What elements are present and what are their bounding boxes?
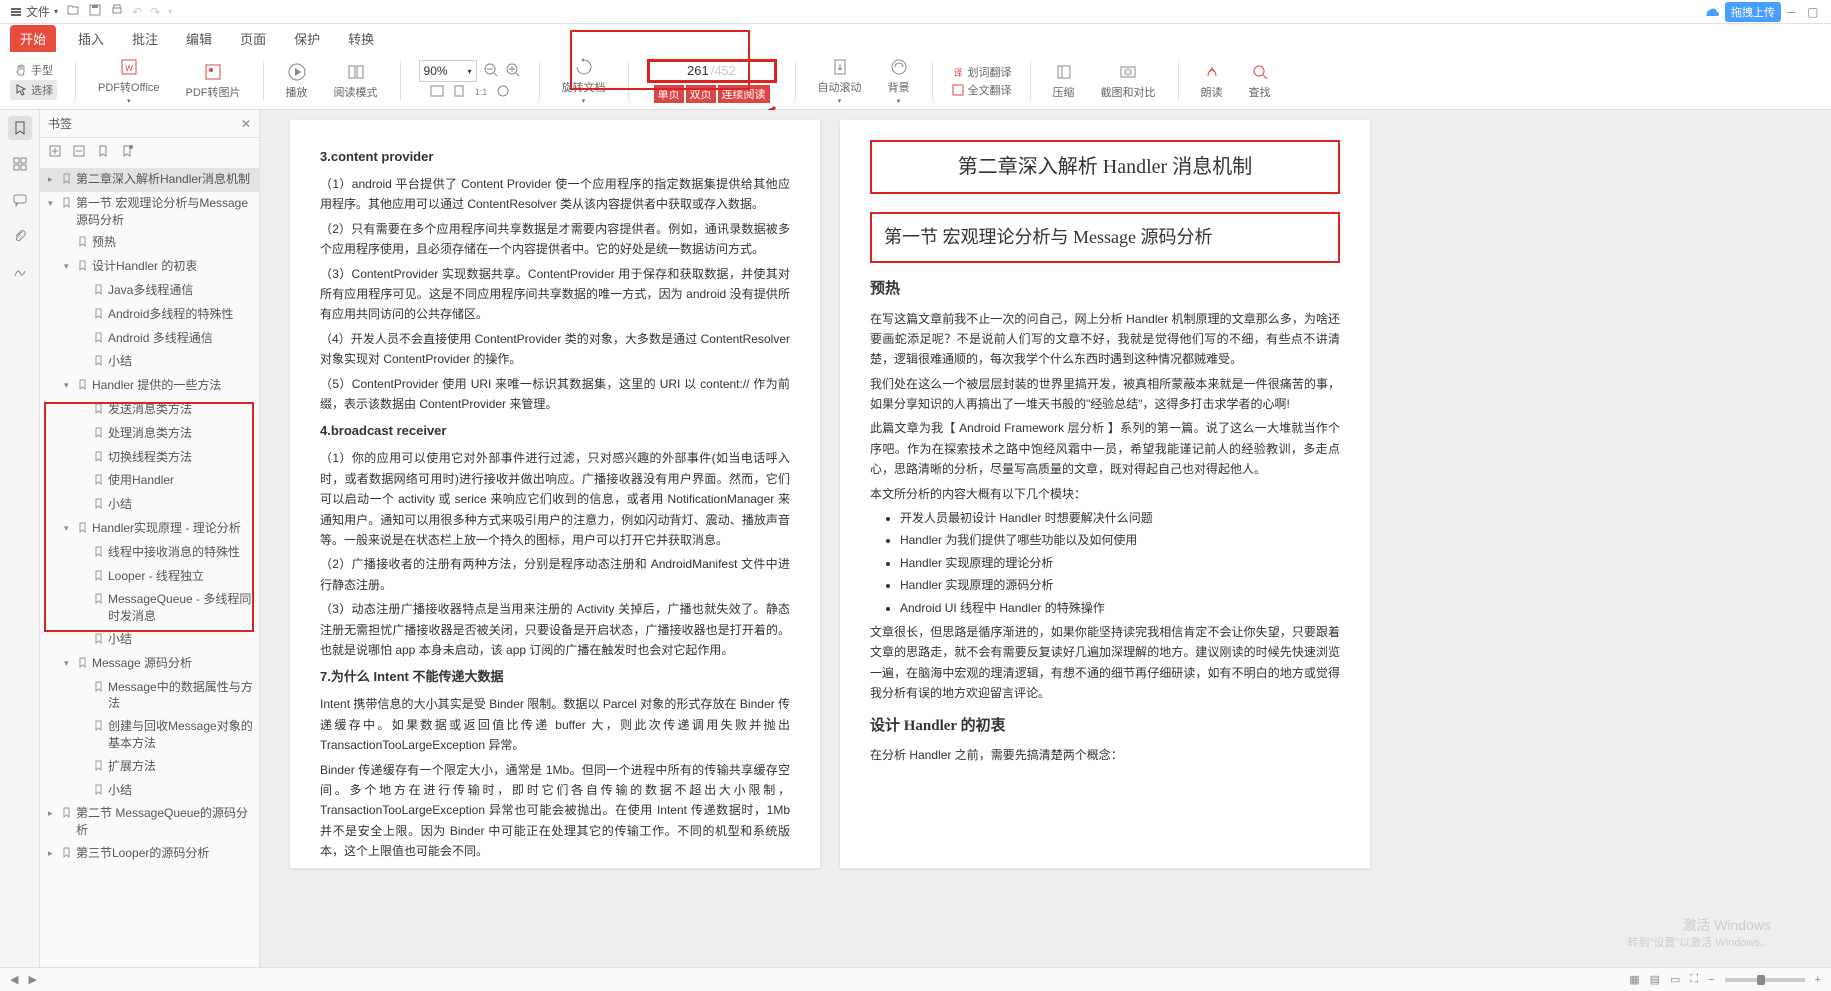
bookmark-item[interactable]: 切换线程类方法 xyxy=(40,446,259,470)
zoom-slider[interactable] xyxy=(1725,978,1805,982)
bookmark-item[interactable]: Android多线程的特殊性 xyxy=(40,303,259,327)
fit-width-icon[interactable] xyxy=(429,84,445,101)
open-icon[interactable] xyxy=(66,3,80,20)
bookmark-panel-title: 书签 xyxy=(48,115,72,132)
select-tool[interactable]: 选择 xyxy=(10,80,57,100)
full-translate-button[interactable]: 全文翻译 xyxy=(951,82,1012,98)
bookmark-item[interactable]: MessageQueue - 多线程同时发消息 xyxy=(40,588,259,628)
pdf-to-image-button[interactable]: PDF转图片 xyxy=(182,60,245,102)
page-number-input[interactable]: 261/452 xyxy=(647,59,777,83)
expand-all-icon[interactable] xyxy=(48,144,62,161)
print-icon[interactable] xyxy=(110,3,124,20)
bookmark-item[interactable]: 发送消息类方法 xyxy=(40,398,259,422)
compress-button[interactable]: 压缩 xyxy=(1049,60,1079,102)
cloud-icon[interactable] xyxy=(1703,3,1719,22)
zoom-in-icon[interactable] xyxy=(505,62,521,81)
bookmark-item[interactable]: 预热 xyxy=(40,231,259,255)
section-title: 第一节 宏观理论分析与 Message 源码分析 xyxy=(870,212,1340,263)
status-view-icon[interactable]: ▦ xyxy=(1629,973,1639,986)
page-right: 第二章深入解析 Handler 消息机制 第一节 宏观理论分析与 Message… xyxy=(840,120,1370,868)
bookmark-settings-icon[interactable] xyxy=(120,144,134,161)
tab-edit[interactable]: 编辑 xyxy=(180,25,218,52)
maximize-icon[interactable]: ▢ xyxy=(1807,5,1821,19)
bookmark-item[interactable]: 使用Handler xyxy=(40,469,259,493)
status-zoom-out[interactable]: − xyxy=(1708,974,1714,986)
bookmark-item[interactable]: 小结 xyxy=(40,628,259,652)
zoom-out-icon[interactable] xyxy=(483,62,499,81)
undo-icon[interactable]: ↶ xyxy=(132,5,142,19)
tab-protect[interactable]: 保护 xyxy=(288,25,326,52)
windows-activation-watermark: 激活 Windows 转到"设置"以激活 Windows。 xyxy=(1628,916,1772,951)
pdf-to-office-button[interactable]: WPDF转Office▾ xyxy=(94,55,164,107)
bookmark-item[interactable]: ▾Message 源码分析 xyxy=(40,652,259,676)
rail-comment-icon[interactable] xyxy=(8,188,32,212)
bookmark-item[interactable]: ▾Handler 提供的一些方法 xyxy=(40,374,259,398)
redo-icon[interactable]: ↷ xyxy=(150,5,160,19)
bookmark-item[interactable]: Android 多线程通信 xyxy=(40,327,259,351)
bookmark-item[interactable]: 处理消息类方法 xyxy=(40,422,259,446)
rail-signature-icon[interactable] xyxy=(8,260,32,284)
drag-upload-button[interactable]: 拖拽上传 xyxy=(1725,2,1781,22)
fit-page-icon[interactable] xyxy=(451,84,467,101)
close-icon[interactable]: ✕ xyxy=(241,117,251,131)
status-fit-icon[interactable]: ⛶ xyxy=(1690,973,1698,986)
svg-text:译: 译 xyxy=(953,68,962,78)
play-button[interactable]: 播放 xyxy=(282,60,312,102)
read-mode-button[interactable]: 阅读模式 xyxy=(330,60,382,102)
double-page-button[interactable]: 双页 xyxy=(686,85,716,103)
status-view-icon[interactable]: ▤ xyxy=(1650,973,1660,986)
actual-size-icon[interactable]: 1:1 xyxy=(473,84,489,101)
tab-insert[interactable]: 插入 xyxy=(72,25,110,52)
bookmark-item[interactable]: Message中的数据属性与方法 xyxy=(40,676,259,716)
svg-text:A: A xyxy=(1209,67,1214,74)
status-zoom-in[interactable]: + xyxy=(1815,974,1821,986)
bookmark-item[interactable]: 小结 xyxy=(40,493,259,517)
status-nav-icon[interactable]: ▶ xyxy=(28,973,36,986)
minimize-icon[interactable]: ─ xyxy=(1787,5,1801,19)
bookmark-item[interactable]: Looper - 线程独立 xyxy=(40,565,259,589)
bookmark-item[interactable]: ▸第二节 MessageQueue的源码分析 xyxy=(40,802,259,842)
page-left: 3.content provider （1）android 平台提供了 Cont… xyxy=(290,120,820,868)
background-button[interactable]: 背景▾ xyxy=(884,55,914,107)
bookmark-item[interactable]: ▾设计Handler 的初衷 xyxy=(40,255,259,279)
rail-bookmark-icon[interactable] xyxy=(8,116,32,140)
tab-start[interactable]: 开始 xyxy=(10,25,56,52)
bookmark-item[interactable]: 线程中接收消息的特殊性 xyxy=(40,541,259,565)
word-translate-button[interactable]: 译划词翻译 xyxy=(951,64,1012,80)
screenshot-button[interactable]: 截图和对比 xyxy=(1097,60,1160,102)
tab-annotate[interactable]: 批注 xyxy=(126,25,164,52)
auto-scroll-button[interactable]: 自动滚动▾ xyxy=(814,55,866,107)
find-button[interactable]: 查找 xyxy=(1245,60,1275,102)
save-icon[interactable] xyxy=(88,3,102,20)
tab-convert[interactable]: 转换 xyxy=(342,25,380,52)
rail-attachment-icon[interactable] xyxy=(8,224,32,248)
add-bookmark-icon[interactable] xyxy=(96,144,110,161)
bookmark-item[interactable]: ▾Handler实现原理 - 理论分析 xyxy=(40,517,259,541)
svg-text:1:1: 1:1 xyxy=(474,87,487,97)
status-view-icon[interactable]: ▭ xyxy=(1670,973,1680,986)
rail-thumbnail-icon[interactable] xyxy=(8,152,32,176)
fit-visible-icon[interactable] xyxy=(495,84,511,101)
menu-dropdown[interactable]: 文件 ▾ xyxy=(10,3,58,20)
zoom-select[interactable]: 90%▾ xyxy=(419,60,477,82)
bookmark-item[interactable]: 扩展方法 xyxy=(40,755,259,779)
single-page-button[interactable]: 单页 xyxy=(654,85,684,103)
bookmark-item[interactable]: ▸第三节Looper的源码分析 xyxy=(40,842,259,866)
svg-text:W: W xyxy=(125,64,133,73)
bookmark-item[interactable]: 创建与回收Message对象的基本方法 xyxy=(40,715,259,755)
bookmark-item[interactable]: ▸第二章深入解析Handler消息机制 xyxy=(40,168,259,192)
bookmark-tree[interactable]: ▸第二章深入解析Handler消息机制▾第一节 宏观理论分析与Message源码… xyxy=(40,166,259,967)
chapter-title: 第二章深入解析 Handler 消息机制 xyxy=(870,140,1340,194)
collapse-all-icon[interactable] xyxy=(72,144,86,161)
read-aloud-button[interactable]: A朗读 xyxy=(1197,60,1227,102)
bookmark-item[interactable]: Java多线程通信 xyxy=(40,279,259,303)
bookmark-item[interactable]: 小结 xyxy=(40,779,259,803)
rotate-button[interactable]: 旋转文档▾ xyxy=(558,55,610,107)
hand-tool[interactable]: 手型 xyxy=(14,62,53,78)
bookmark-item[interactable]: ▾第一节 宏观理论分析与Message源码分析 xyxy=(40,192,259,232)
continuous-button[interactable]: 连续阅读 xyxy=(718,85,770,103)
status-nav-icon[interactable]: ◀ xyxy=(10,973,18,986)
tab-page[interactable]: 页面 xyxy=(234,25,272,52)
bookmark-item[interactable]: 小结 xyxy=(40,350,259,374)
